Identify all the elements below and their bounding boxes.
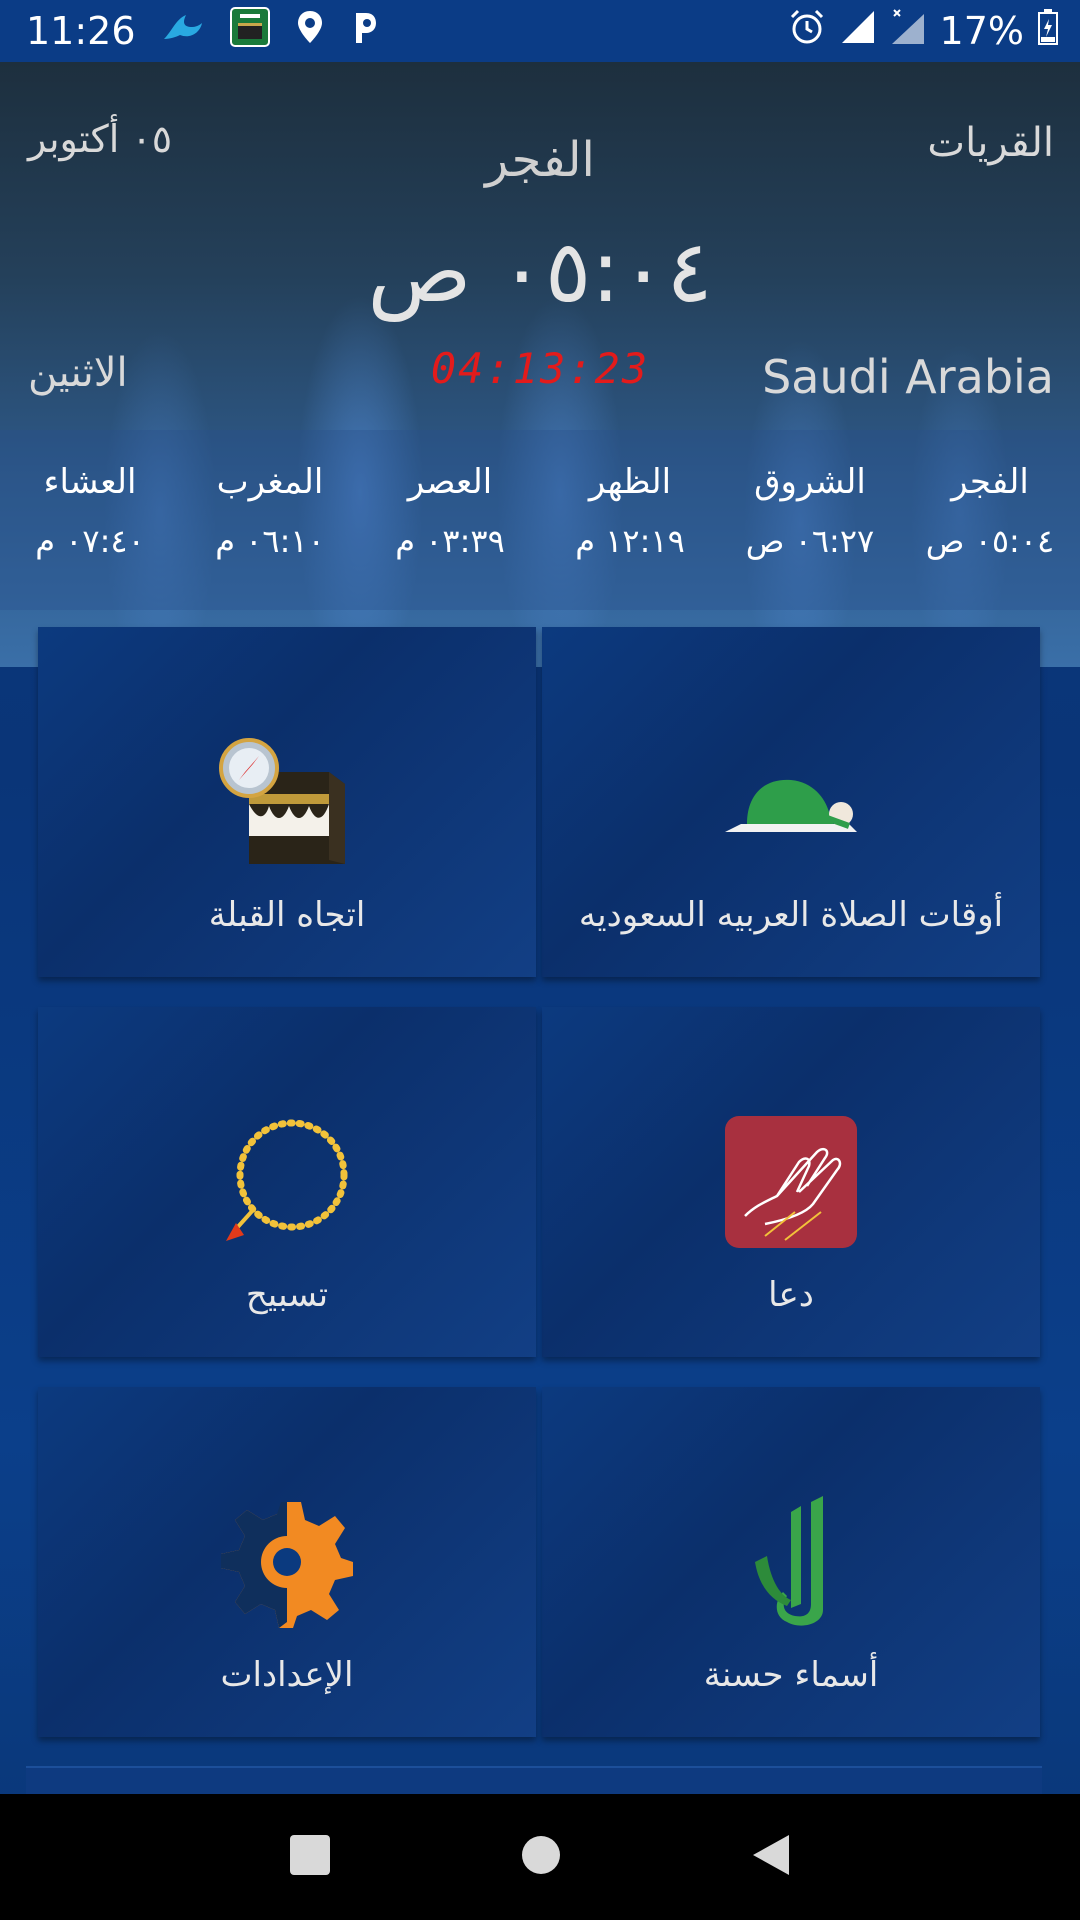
home-circle-icon[interactable] bbox=[521, 1835, 561, 1879]
prayer-time-value: ٠٥:٠٤ ص bbox=[925, 522, 1055, 560]
alarm-icon bbox=[788, 8, 826, 55]
system-nav-bar bbox=[0, 1794, 1080, 1920]
prayer-time-item: العصر ٠٣:٣٩ م bbox=[360, 430, 540, 610]
kaaba-compass-icon bbox=[38, 737, 536, 867]
praying-hands-icon bbox=[542, 1116, 1040, 1248]
app-root: 11:26 17% القريات ٠٥ أكتوبر الفجر ٠٥:٠٤ … bbox=[0, 0, 1080, 1920]
status-time: 11:26 bbox=[26, 9, 136, 53]
praying-person-icon bbox=[542, 737, 1040, 867]
prayer-time-name: الشروق bbox=[754, 462, 866, 502]
tile-label: أسماء حسنة bbox=[703, 1655, 879, 1695]
prayer-time-item: الشروق ٠٦:٢٧ ص bbox=[720, 430, 900, 610]
saudi-flag-icon bbox=[229, 6, 270, 56]
tile-label: أوقات الصلاة العربيه السعوديه bbox=[578, 895, 1004, 935]
bird-icon bbox=[162, 9, 204, 54]
prayer-beads-icon bbox=[38, 1117, 536, 1247]
tile-asma-husna[interactable]: أسماء حسنة bbox=[542, 1387, 1040, 1737]
location-pin-icon bbox=[296, 9, 324, 54]
allah-calligraphy-icon bbox=[542, 1496, 1040, 1627]
next-prayer-name: الفجر bbox=[485, 132, 595, 188]
prayer-time-name: الفجر bbox=[951, 462, 1029, 502]
signal-x-icon bbox=[890, 8, 926, 55]
prayer-time-value: ٠٦:٢٧ ص bbox=[745, 522, 875, 560]
prayer-time-value: ٠٣:٣٩ م bbox=[395, 522, 505, 560]
status-bar: 11:26 17% bbox=[0, 0, 1080, 62]
tile-label: دعا bbox=[768, 1275, 814, 1315]
prayer-header: القريات ٠٥ أكتوبر الفجر ٠٥:٠٤ ص الاثنين … bbox=[0, 62, 1080, 667]
prayer-time-value: ٠٧:٤٠ م bbox=[35, 522, 145, 560]
tile-dua[interactable]: دعا bbox=[542, 1007, 1040, 1357]
recents-square-icon[interactable] bbox=[289, 1834, 331, 1880]
tile-label: اتجاه القبلة bbox=[208, 895, 366, 935]
prayer-time-name: المغرب bbox=[216, 462, 324, 502]
signal-icon bbox=[840, 9, 876, 54]
prayer-time-name: الظهر bbox=[588, 462, 672, 502]
tile-prayer-times[interactable]: أوقات الصلاة العربيه السعوديه bbox=[542, 627, 1040, 977]
prayer-times-strip: الفجر ٠٥:٠٤ ص الشروق ٠٦:٢٧ ص الظهر ١٢:١٩… bbox=[0, 430, 1080, 610]
battery-percent: 17% bbox=[939, 9, 1024, 53]
prayer-time-item: الظهر ١٢:١٩ م bbox=[540, 430, 720, 610]
back-triangle-icon[interactable] bbox=[751, 1833, 791, 1881]
tile-label: الإعدادات bbox=[220, 1655, 354, 1695]
battery-icon bbox=[1038, 8, 1058, 54]
tile-settings[interactable]: الإعدادات bbox=[38, 1387, 536, 1737]
tile-label: تسبيح bbox=[245, 1275, 329, 1315]
p-icon bbox=[350, 9, 380, 54]
prayer-time-item: المغرب ٠٦:١٠ م bbox=[180, 430, 360, 610]
prayer-time-name: العشاء bbox=[43, 462, 137, 502]
prayer-time-value: ١٢:١٩ م bbox=[575, 522, 685, 560]
tile-tasbih[interactable]: تسبيح bbox=[38, 1007, 536, 1357]
prayer-time-item: العشاء ٠٧:٤٠ م bbox=[0, 430, 180, 610]
prayer-time-name: العصر bbox=[407, 462, 493, 502]
prayer-time-value: ٠٦:١٠ م bbox=[215, 522, 325, 560]
tile-qibla[interactable]: اتجاه القبلة bbox=[38, 627, 536, 977]
country-name: Saudi Arabia bbox=[762, 350, 1054, 404]
next-prayer-time: ٠٥:٠٤ ص bbox=[367, 222, 713, 322]
gear-icon bbox=[38, 1497, 536, 1628]
prayer-time-item: الفجر ٠٥:٠٤ ص bbox=[900, 430, 1080, 610]
